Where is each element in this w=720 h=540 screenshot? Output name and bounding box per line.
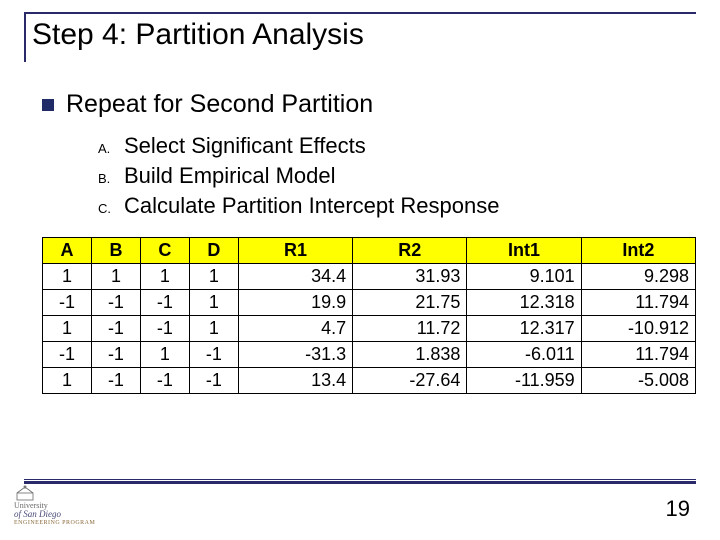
cell: 1: [189, 316, 238, 342]
cell: -1: [43, 290, 92, 316]
col-header: C: [140, 238, 189, 264]
cell: -1: [43, 342, 92, 368]
sublist-marker: C.: [98, 201, 124, 216]
cell: -1: [91, 316, 140, 342]
cell: -6.011: [467, 342, 581, 368]
col-header: Int2: [581, 238, 695, 264]
cell: -31.3: [238, 342, 352, 368]
cell: 1.838: [353, 342, 467, 368]
cell: 21.75: [353, 290, 467, 316]
cell: -1: [91, 368, 140, 394]
cell: 9.101: [467, 264, 581, 290]
page-number: 19: [666, 496, 690, 522]
col-header: A: [43, 238, 92, 264]
cell: 1: [189, 290, 238, 316]
table-row: 1 1 1 1 34.4 31.93 9.101 9.298: [43, 264, 696, 290]
cell: -1: [189, 342, 238, 368]
church-icon: [14, 485, 36, 501]
cell: 11.794: [581, 290, 695, 316]
cell: 9.298: [581, 264, 695, 290]
cell: -1: [140, 316, 189, 342]
bullet-row: Repeat for Second Partition: [42, 90, 696, 119]
sublist-text: Select Significant Effects: [124, 133, 366, 159]
cell: -27.64: [353, 368, 467, 394]
table-row: -1 -1 1 -1 -31.3 1.838 -6.011 11.794: [43, 342, 696, 368]
cell: 1: [91, 264, 140, 290]
logo-line2: of San Diego: [14, 510, 95, 519]
data-table: A B C D R1 R2 Int1 Int2 1 1 1: [42, 237, 696, 394]
bullet-text: Repeat for Second Partition: [66, 90, 373, 119]
data-table-wrap: A B C D R1 R2 Int1 Int2 1 1 1: [42, 237, 696, 394]
cell: 34.4: [238, 264, 352, 290]
col-header: R1: [238, 238, 352, 264]
cell: -1: [140, 368, 189, 394]
sublist-text: Build Empirical Model: [124, 163, 336, 189]
slide: Step 4: Partition Analysis Repeat for Se…: [0, 0, 720, 540]
cell: 12.317: [467, 316, 581, 342]
table-row: -1 -1 -1 1 19.9 21.75 12.318 11.794: [43, 290, 696, 316]
cell: 1: [140, 342, 189, 368]
cell: -11.959: [467, 368, 581, 394]
cell: 1: [43, 264, 92, 290]
title-block: Step 4: Partition Analysis: [24, 12, 696, 62]
sublist-marker: A.: [98, 141, 124, 156]
col-header: B: [91, 238, 140, 264]
cell: 11.794: [581, 342, 695, 368]
table-row: 1 -1 -1 1 4.7 11.72 12.317 -10.912: [43, 316, 696, 342]
sublist-item-a: A. Select Significant Effects: [98, 133, 696, 159]
footer-rule: [24, 479, 696, 484]
sublist-item-c: C. Calculate Partition Intercept Respons…: [98, 193, 696, 219]
university-logo: University of San Diego ENGINEERING PROG…: [14, 485, 95, 526]
table-row: 1 -1 -1 -1 13.4 -27.64 -11.959 -5.008: [43, 368, 696, 394]
cell: 4.7: [238, 316, 352, 342]
cell: -1: [140, 290, 189, 316]
cell: 19.9: [238, 290, 352, 316]
body: Repeat for Second Partition A. Select Si…: [24, 90, 696, 394]
sublist-text: Calculate Partition Intercept Response: [124, 193, 499, 219]
table-header-row: A B C D R1 R2 Int1 Int2: [43, 238, 696, 264]
cell: -10.912: [581, 316, 695, 342]
col-header: D: [189, 238, 238, 264]
square-bullet-icon: [42, 99, 54, 111]
col-header: Int1: [467, 238, 581, 264]
cell: -1: [91, 342, 140, 368]
sublist-marker: B.: [98, 171, 124, 186]
sublist-item-b: B. Build Empirical Model: [98, 163, 696, 189]
cell: 1: [189, 264, 238, 290]
cell: 13.4: [238, 368, 352, 394]
cell: 1: [43, 316, 92, 342]
col-header: R2: [353, 238, 467, 264]
page-title: Step 4: Partition Analysis: [32, 18, 696, 52]
cell: 31.93: [353, 264, 467, 290]
cell: 11.72: [353, 316, 467, 342]
cell: 1: [43, 368, 92, 394]
sublist: A. Select Significant Effects B. Build E…: [98, 133, 696, 219]
cell: -1: [189, 368, 238, 394]
cell: 12.318: [467, 290, 581, 316]
cell: -5.008: [581, 368, 695, 394]
cell: -1: [91, 290, 140, 316]
logo-line3: ENGINEERING PROGRAM: [14, 520, 95, 526]
cell: 1: [140, 264, 189, 290]
